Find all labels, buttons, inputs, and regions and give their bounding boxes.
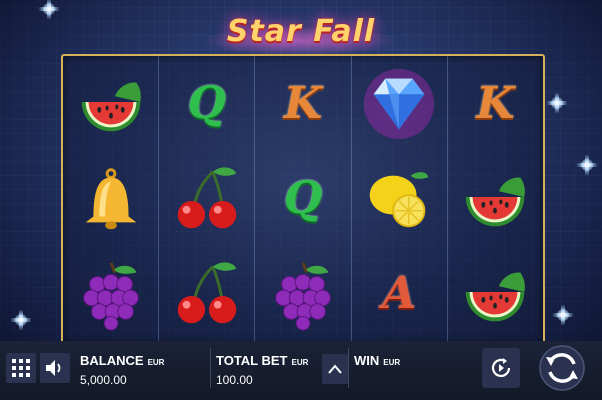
reel-grid: QKQAK xyxy=(61,54,545,345)
win-display: WIN EUR xyxy=(354,352,400,373)
total-bet-label: TOTAL BET xyxy=(216,353,288,368)
win-currency: EUR xyxy=(383,358,401,367)
sound-button[interactable] xyxy=(40,353,70,383)
grapes-icon xyxy=(255,246,350,341)
watermelon-icon xyxy=(448,246,543,341)
grid-icon xyxy=(12,359,30,377)
bell-icon xyxy=(63,151,158,246)
letter-symbol: Q xyxy=(159,56,254,151)
reel-1 xyxy=(63,56,160,343)
autoplay-button[interactable] xyxy=(482,348,520,388)
letter-symbol-text: K xyxy=(283,78,323,129)
menu-button[interactable] xyxy=(6,353,36,383)
watermelon-icon xyxy=(63,56,158,151)
total-bet-value: 100.00 xyxy=(216,373,253,387)
letter-symbol-text: A xyxy=(382,268,417,319)
win-label: WIN xyxy=(354,353,380,368)
letter-symbol-text: K xyxy=(476,78,515,129)
bet-increase-button[interactable] xyxy=(322,354,348,384)
letter-symbol: K xyxy=(255,56,350,151)
letter-symbol-text: Q xyxy=(187,78,226,129)
reel-2: Q xyxy=(159,56,256,343)
spin-button[interactable] xyxy=(531,343,593,393)
balance-display: BALANCE EUR 5,000.00 xyxy=(80,352,164,387)
divider xyxy=(348,348,349,388)
total-bet-display: TOTAL BET EUR 100.00 xyxy=(216,352,308,387)
cherries-icon xyxy=(159,151,254,246)
letter-symbol: K xyxy=(448,56,543,151)
letter-symbol: Q xyxy=(255,151,350,246)
chevron-up-icon xyxy=(328,364,342,374)
spin-icon xyxy=(539,345,585,391)
reel-4: A xyxy=(352,56,448,343)
reel-5: K xyxy=(448,56,543,343)
autoplay-icon xyxy=(491,358,511,377)
watermelon-icon xyxy=(448,151,543,246)
cherries-icon xyxy=(159,246,254,341)
balance-currency: EUR xyxy=(147,358,165,367)
diamond-icon xyxy=(352,56,447,151)
reel-3: KQ xyxy=(255,56,352,343)
game-logo: Star Fall xyxy=(226,14,376,49)
grapes-icon xyxy=(63,246,158,341)
balance-label: BALANCE xyxy=(80,353,144,368)
letter-symbol: A xyxy=(352,246,447,341)
balance-value: 5,000.00 xyxy=(80,373,127,387)
total-bet-currency: EUR xyxy=(291,358,309,367)
lemon-icon xyxy=(352,151,447,246)
letter-symbol-text: Q xyxy=(283,173,323,224)
speaker-icon xyxy=(46,360,61,376)
divider xyxy=(210,348,211,388)
